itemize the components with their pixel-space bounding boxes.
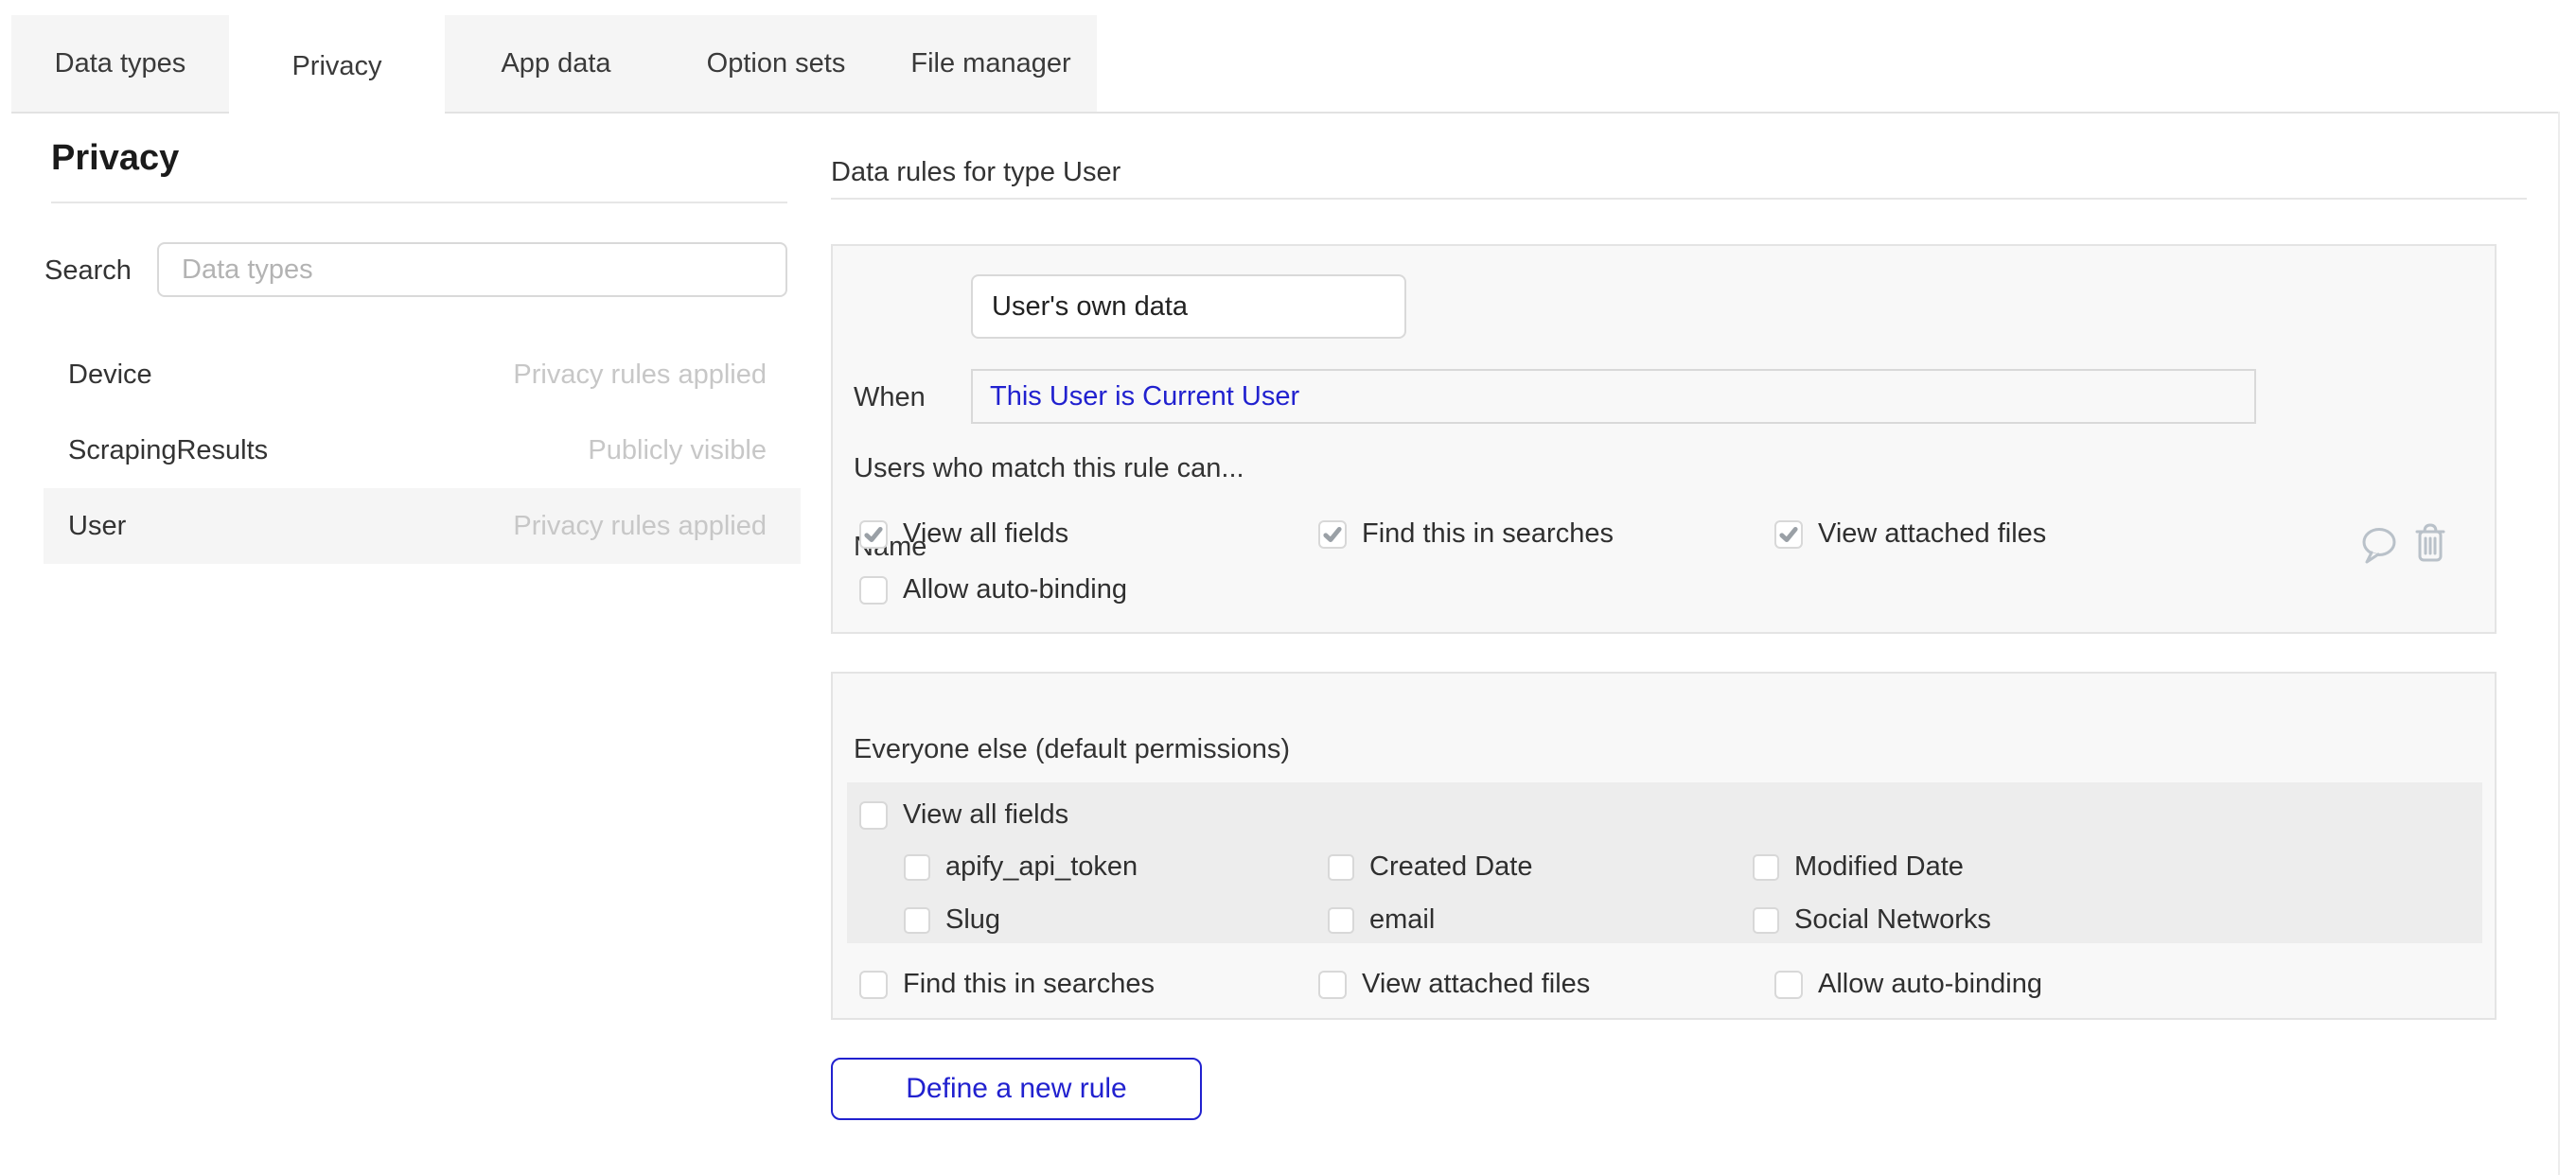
- tab-label: Data types: [55, 48, 186, 79]
- checkbox-view-all-fields[interactable]: View all fields: [859, 518, 1318, 550]
- checkbox-box: [859, 971, 888, 999]
- checkbox-box: [859, 520, 888, 549]
- when-condition-box[interactable]: This User is Current User: [971, 369, 2256, 424]
- tab-data-types[interactable]: Data types: [11, 15, 229, 112]
- checkbox-box: [1318, 971, 1347, 999]
- checkbox-find-in-searches[interactable]: Find this in searches: [1318, 518, 1774, 550]
- search-label: Search: [44, 255, 132, 287]
- tab-bar: Data types Privacy App data Option sets …: [11, 15, 1097, 117]
- checkbox-box: [1328, 907, 1354, 934]
- data-type-name: Device: [68, 360, 152, 391]
- privacy-status: Privacy rules applied: [513, 360, 767, 391]
- page-title: Privacy: [51, 138, 179, 179]
- when-label: When: [854, 382, 926, 413]
- data-type-list: Device Privacy rules applied ScrapingRes…: [44, 337, 801, 564]
- tab-label: Privacy: [291, 51, 381, 82]
- checkbox-box: [859, 576, 888, 605]
- tab-app-data[interactable]: App data: [445, 15, 667, 112]
- rule-permissions-grid: View all fields Find this in searches Vi…: [859, 518, 2468, 605]
- default-card-title: Everyone else (default permissions): [854, 734, 1290, 765]
- list-item-user[interactable]: User Privacy rules applied: [44, 488, 801, 564]
- search-input[interactable]: [157, 242, 787, 297]
- privacy-status: Privacy rules applied: [513, 511, 767, 542]
- field-checkbox-grid: apify_api_token Created Date Modified Da…: [904, 851, 2465, 936]
- tab-file-manager[interactable]: File manager: [885, 15, 1097, 112]
- checkbox-default-view-all-fields[interactable]: View all fields: [859, 799, 1068, 831]
- tab-option-sets[interactable]: Option sets: [667, 15, 885, 112]
- default-permissions-grid: Find this in searches View attached file…: [859, 969, 2468, 1000]
- data-type-name: User: [68, 511, 126, 542]
- checkbox-box: [1318, 520, 1347, 549]
- data-type-name: ScrapingResults: [68, 435, 268, 466]
- tab-label: App data: [501, 48, 610, 79]
- checkbox-box: [1753, 907, 1779, 934]
- define-new-rule-button[interactable]: Define a new rule: [831, 1058, 1202, 1120]
- checkbox-field-social-networks[interactable]: Social Networks: [1753, 904, 2465, 936]
- panel-right-border: [2558, 112, 2560, 1175]
- list-item-device[interactable]: Device Privacy rules applied: [44, 337, 801, 412]
- checkbox-field-slug[interactable]: Slug: [904, 904, 1328, 936]
- rule-subtitle: Users who match this rule can...: [854, 453, 1244, 484]
- checkbox-box: [1774, 520, 1803, 549]
- right-divider: [831, 198, 2527, 200]
- privacy-status: Publicly visible: [588, 435, 767, 466]
- checkbox-field-created-date[interactable]: Created Date: [1328, 851, 1753, 883]
- checkbox-box: [904, 907, 930, 934]
- checkbox-box: [1328, 854, 1354, 881]
- checkbox-view-attached-files[interactable]: View attached files: [1774, 518, 2468, 550]
- checkbox-allow-auto-binding[interactable]: Allow auto-binding: [859, 574, 1318, 605]
- checkbox-box: [904, 854, 930, 881]
- checkbox-default-view-attached-files[interactable]: View attached files: [1318, 969, 1774, 1000]
- left-divider: [51, 202, 787, 203]
- rule-name-input[interactable]: [971, 274, 1406, 339]
- checkbox-default-allow-auto-binding[interactable]: Allow auto-binding: [1774, 969, 2468, 1000]
- checkbox-field-email[interactable]: email: [1328, 904, 1753, 936]
- checkbox-box: [859, 801, 888, 830]
- tab-privacy[interactable]: Privacy: [229, 15, 445, 117]
- tab-label: File manager: [910, 48, 1070, 79]
- checkbox-field-apify-api-token[interactable]: apify_api_token: [904, 851, 1328, 883]
- default-permissions-card: Everyone else (default permissions) View…: [831, 672, 2497, 1020]
- rule-card: Name When This User is Current User User…: [831, 244, 2497, 634]
- checkbox-box: [1753, 854, 1779, 881]
- rules-heading: Data rules for type User: [831, 157, 1120, 188]
- checkbox-box: [1774, 971, 1803, 999]
- checkbox-field-modified-date[interactable]: Modified Date: [1753, 851, 2465, 883]
- checkbox-default-find-in-searches[interactable]: Find this in searches: [859, 969, 1318, 1000]
- tab-label: Option sets: [707, 48, 846, 79]
- list-item-scrapingresults[interactable]: ScrapingResults Publicly visible: [44, 412, 801, 488]
- when-condition-value: This User is Current User: [990, 381, 1299, 412]
